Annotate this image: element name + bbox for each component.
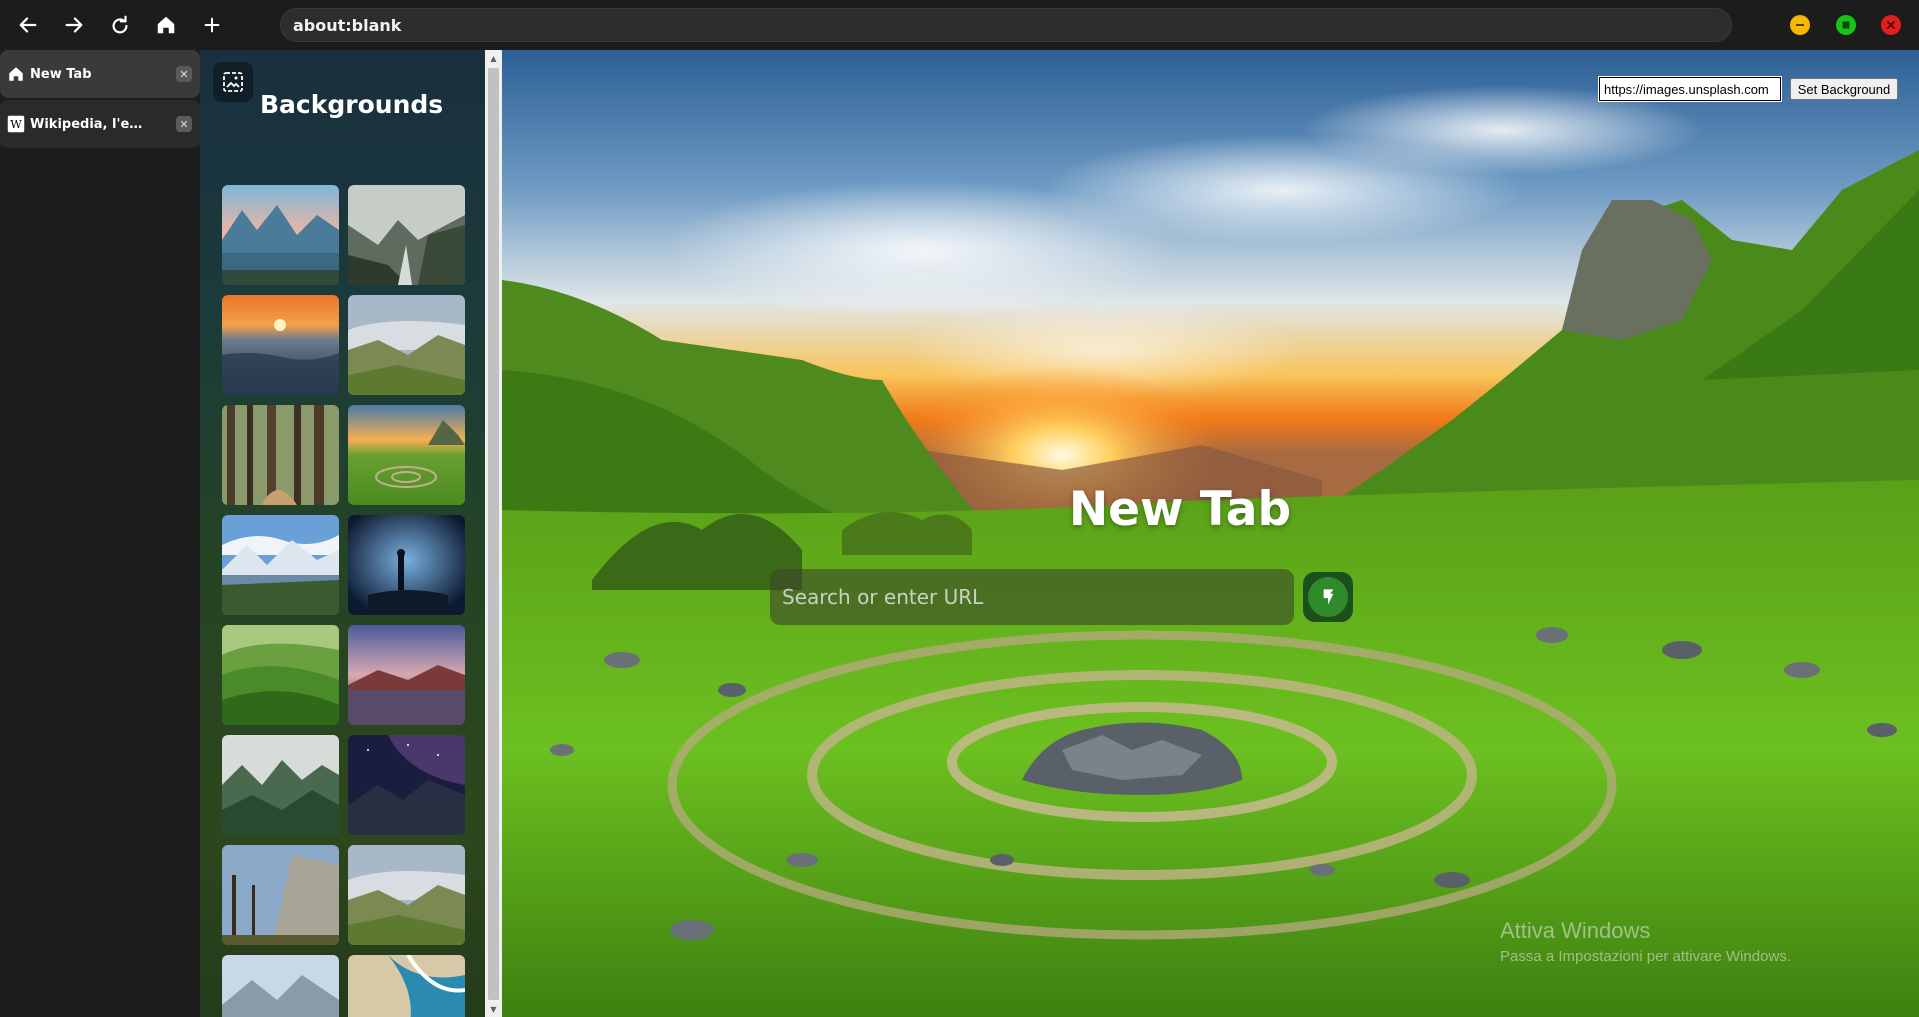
backgrounds-toggle-button[interactable] bbox=[213, 62, 253, 102]
tab-close-button[interactable]: ✕ bbox=[176, 116, 192, 132]
maximize-button[interactable] bbox=[1836, 15, 1856, 35]
background-thumbnail[interactable] bbox=[348, 295, 465, 395]
image-icon bbox=[223, 72, 243, 92]
background-url-input[interactable] bbox=[1598, 76, 1782, 102]
scroll-up-icon[interactable]: ▲ bbox=[485, 50, 502, 66]
reload-button[interactable] bbox=[106, 11, 134, 39]
minimize-button[interactable] bbox=[1790, 15, 1810, 35]
background-thumbnail[interactable] bbox=[222, 185, 339, 285]
minimize-icon bbox=[1796, 24, 1804, 26]
background-thumbnail[interactable] bbox=[222, 625, 339, 725]
tab-wikipedia[interactable]: W Wikipedia, l'enciclopedia libera ✕ bbox=[0, 100, 200, 148]
home-icon bbox=[157, 16, 175, 34]
wikipedia-icon: W bbox=[7, 115, 25, 133]
plus-icon bbox=[204, 17, 220, 33]
tab-title: New Tab bbox=[30, 66, 92, 82]
background-thumbnail[interactable] bbox=[222, 295, 339, 395]
watermark-subtitle: Passa a Impostazioni per attivare Window… bbox=[1500, 948, 1791, 965]
home-button[interactable] bbox=[152, 11, 180, 39]
backgrounds-scrollbar[interactable]: ▲ ▼ bbox=[485, 50, 502, 1017]
background-thumbnail[interactable] bbox=[348, 515, 465, 615]
back-button[interactable] bbox=[14, 11, 42, 39]
background-thumbnail[interactable] bbox=[348, 735, 465, 835]
background-thumbnail[interactable] bbox=[222, 845, 339, 945]
forward-icon bbox=[65, 17, 83, 33]
panel-title: Backgrounds bbox=[260, 90, 444, 119]
page-heading: New Tab bbox=[1068, 482, 1292, 537]
background-thumbnail[interactable] bbox=[348, 845, 465, 945]
reload-icon bbox=[112, 15, 128, 34]
svg-text:W: W bbox=[10, 118, 22, 131]
watermark-title: Attiva Windows bbox=[1500, 918, 1651, 943]
background-thumbnail[interactable] bbox=[348, 955, 465, 1017]
scroll-down-icon[interactable]: ▼ bbox=[485, 1001, 502, 1017]
new-tab-button[interactable] bbox=[198, 11, 226, 39]
scroll-thumb[interactable] bbox=[488, 68, 499, 1000]
windows-activation-watermark: Attiva Windows Passa a Impostazioni per … bbox=[1500, 918, 1791, 965]
background-thumbnail[interactable] bbox=[222, 405, 339, 505]
backgrounds-panel: Backgrounds bbox=[200, 50, 485, 1017]
background-thumbnail[interactable] bbox=[222, 515, 339, 615]
background-thumbnail[interactable] bbox=[348, 625, 465, 725]
close-window-button[interactable] bbox=[1881, 15, 1901, 35]
close-icon bbox=[1887, 21, 1895, 29]
tab-strip: New Tab ✕ W Wikipedia, l'enciclopedia li… bbox=[0, 50, 200, 1017]
search-engine-button[interactable] bbox=[1303, 572, 1353, 622]
background-thumbnail[interactable] bbox=[348, 405, 465, 505]
background-thumbnail[interactable] bbox=[348, 185, 465, 285]
home-icon bbox=[9, 67, 23, 81]
engine-icon bbox=[1323, 589, 1334, 605]
set-background-button[interactable]: Set Background bbox=[1790, 78, 1898, 100]
background-thumbnail[interactable] bbox=[222, 955, 339, 1017]
new-tab-page: Set Background New Tab Attiva Windows Pa… bbox=[502, 50, 1919, 1017]
background-thumbnail[interactable] bbox=[222, 735, 339, 835]
tab-title: Wikipedia, l'enciclopedia libera bbox=[30, 116, 145, 132]
tab-close-button[interactable]: ✕ bbox=[176, 66, 192, 82]
address-bar[interactable] bbox=[280, 8, 1732, 42]
search-input[interactable] bbox=[770, 569, 1294, 625]
browser-toolbar bbox=[0, 0, 1919, 50]
back-icon bbox=[19, 17, 37, 33]
maximize-icon bbox=[1842, 21, 1850, 29]
forward-button[interactable] bbox=[60, 11, 88, 39]
tab-new-tab[interactable]: New Tab ✕ bbox=[0, 50, 200, 98]
